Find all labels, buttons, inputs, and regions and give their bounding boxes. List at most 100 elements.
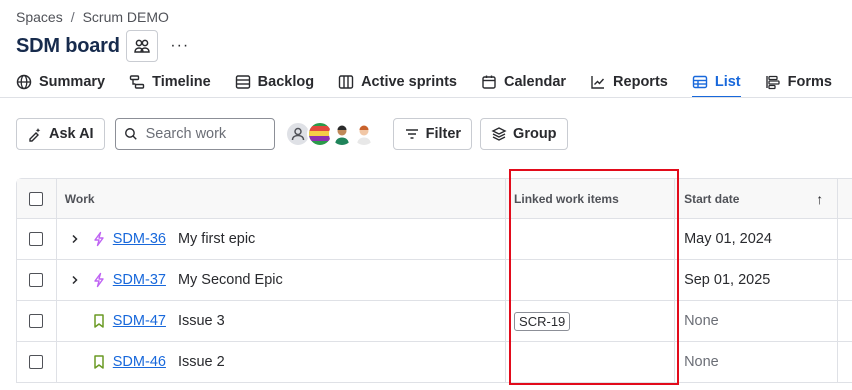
breadcrumb-separator: / — [70, 9, 75, 25]
view-tabs: Summary Timeline Backlog Active sprints … — [16, 68, 852, 98]
row-checkbox[interactable] — [29, 355, 44, 369]
calendar-icon — [482, 75, 496, 89]
column-header-label: Start date — [684, 191, 740, 206]
tab-backlog[interactable]: Backlog — [235, 68, 314, 96]
linked-items-cell[interactable]: SCR-19 — [506, 301, 676, 341]
columns-icon — [338, 75, 354, 89]
chart-line-icon — [591, 76, 605, 89]
tab-label: Timeline — [152, 74, 211, 90]
work-cell: SDM-46 Issue 2 — [57, 342, 507, 382]
table-header-row: Work Linked work items Start date ↑ — [17, 179, 852, 219]
breadcrumb-spaces[interactable]: Spaces — [16, 9, 63, 25]
row-checkbox[interactable] — [29, 314, 44, 328]
backlog-icon — [235, 75, 250, 89]
column-header-work[interactable]: Work — [57, 179, 507, 218]
work-cell: SDM-37 My Second Epic — [57, 260, 507, 300]
work-cell: SDM-47 Issue 3 — [57, 301, 507, 341]
story-bookmark-icon — [91, 313, 107, 329]
search-input[interactable] — [145, 126, 266, 142]
work-item-summary[interactable]: My first epic — [178, 231, 255, 247]
select-all-cell — [17, 179, 57, 218]
colorful-avatar-icon — [308, 126, 331, 141]
tab-summary[interactable]: Summary — [16, 68, 105, 96]
expand-chevron-icon[interactable] — [65, 275, 85, 285]
tab-label: Active sprints — [361, 74, 457, 90]
filter-button[interactable]: Filter — [392, 118, 473, 150]
person-avatar-icon — [356, 125, 371, 145]
linked-items-cell[interactable] — [506, 260, 676, 300]
person-avatar-icon — [334, 125, 349, 145]
work-item-summary[interactable]: Issue 3 — [178, 313, 225, 329]
work-item-key[interactable]: SDM-46 — [113, 354, 166, 370]
select-all-checkbox[interactable] — [29, 191, 44, 206]
row-select-cell — [17, 260, 57, 300]
timeline-icon — [129, 75, 145, 89]
tab-label: Reports — [613, 74, 668, 90]
tabs-divider — [0, 97, 852, 98]
row-select-cell — [17, 301, 57, 341]
tab-label: Summary — [39, 74, 106, 90]
filter-icon — [405, 129, 418, 139]
work-item-key[interactable]: SDM-36 — [113, 231, 166, 247]
tab-timeline[interactable]: Timeline — [129, 68, 211, 96]
work-item-summary[interactable]: Issue 2 — [178, 354, 225, 370]
more-actions-button[interactable]: ··· — [166, 32, 194, 60]
row-checkbox[interactable] — [29, 232, 44, 246]
start-date-cell[interactable]: None — [675, 342, 839, 382]
epic-icon — [91, 272, 107, 288]
work-item-key[interactable]: SDM-47 — [113, 313, 166, 329]
tab-list[interactable]: List — [691, 68, 741, 98]
row-checkbox[interactable] — [29, 273, 44, 287]
row-extra-cell — [838, 301, 852, 341]
user-icon — [291, 127, 304, 141]
sort-ascending-icon[interactable]: ↑ — [816, 191, 823, 207]
tab-label: Calendar — [503, 74, 567, 90]
forms-icon — [765, 75, 780, 90]
linked-item-lozenge[interactable]: SCR-19 — [514, 311, 571, 331]
tab-reports[interactable]: Reports — [590, 68, 668, 96]
tab-active-sprints[interactable]: Active sprints — [338, 68, 457, 96]
page-title: SDM board — [16, 34, 120, 57]
tab-forms[interactable]: Forms — [765, 68, 832, 96]
column-header-linked[interactable]: Linked work items — [506, 179, 676, 218]
table-row[interactable]: SDM-36 My first epic May 01, 2024 — [17, 219, 852, 260]
group-button[interactable]: Group — [480, 118, 568, 150]
tab-label: Forms — [787, 74, 832, 90]
table-row[interactable]: SDM-46 Issue 2 None — [17, 342, 852, 383]
linked-items-cell[interactable] — [506, 342, 676, 382]
column-header-start-date[interactable]: Start date ↑ — [675, 179, 839, 218]
row-extra-cell — [838, 342, 852, 382]
table-row[interactable]: SDM-47 Issue 3 SCR-19 None — [17, 301, 852, 342]
ask-ai-button[interactable]: Ask AI — [16, 118, 105, 150]
table-icon — [692, 75, 708, 89]
column-header-extra — [838, 179, 852, 218]
work-item-key[interactable]: SDM-37 — [113, 272, 166, 288]
table-row[interactable]: SDM-37 My Second Epic Sep 01, 2025 — [17, 260, 852, 301]
search-field[interactable] — [114, 118, 275, 150]
globe-icon — [16, 74, 32, 90]
start-date-cell[interactable]: None — [675, 301, 839, 341]
breadcrumb-project[interactable]: Scrum DEMO — [83, 9, 169, 25]
avatar-user-3[interactable] — [350, 121, 377, 147]
expand-chevron-icon[interactable] — [65, 234, 85, 244]
sparkle-pen-icon — [29, 128, 41, 142]
team-button[interactable] — [125, 30, 158, 62]
assignee-avatars — [284, 121, 377, 147]
start-date-cell[interactable]: May 01, 2024 — [675, 219, 839, 259]
work-cell: SDM-36 My first epic — [57, 219, 507, 259]
list-toolbar: Ask AI Filter Group — [16, 118, 568, 150]
tab-label: Backlog — [257, 74, 315, 90]
breadcrumb: Spaces / Scrum DEMO — [16, 9, 169, 25]
tab-calendar[interactable]: Calendar — [481, 68, 566, 96]
work-item-summary[interactable]: My Second Epic — [178, 272, 283, 288]
row-extra-cell — [838, 219, 852, 259]
tab-label: List — [714, 74, 741, 90]
row-select-cell — [17, 219, 57, 259]
story-bookmark-icon — [91, 354, 107, 370]
filter-label: Filter — [425, 126, 462, 142]
row-select-cell — [17, 342, 57, 382]
people-icon — [134, 39, 150, 53]
linked-items-cell[interactable] — [506, 219, 676, 259]
group-label: Group — [513, 126, 557, 142]
start-date-cell[interactable]: Sep 01, 2025 — [675, 260, 839, 300]
